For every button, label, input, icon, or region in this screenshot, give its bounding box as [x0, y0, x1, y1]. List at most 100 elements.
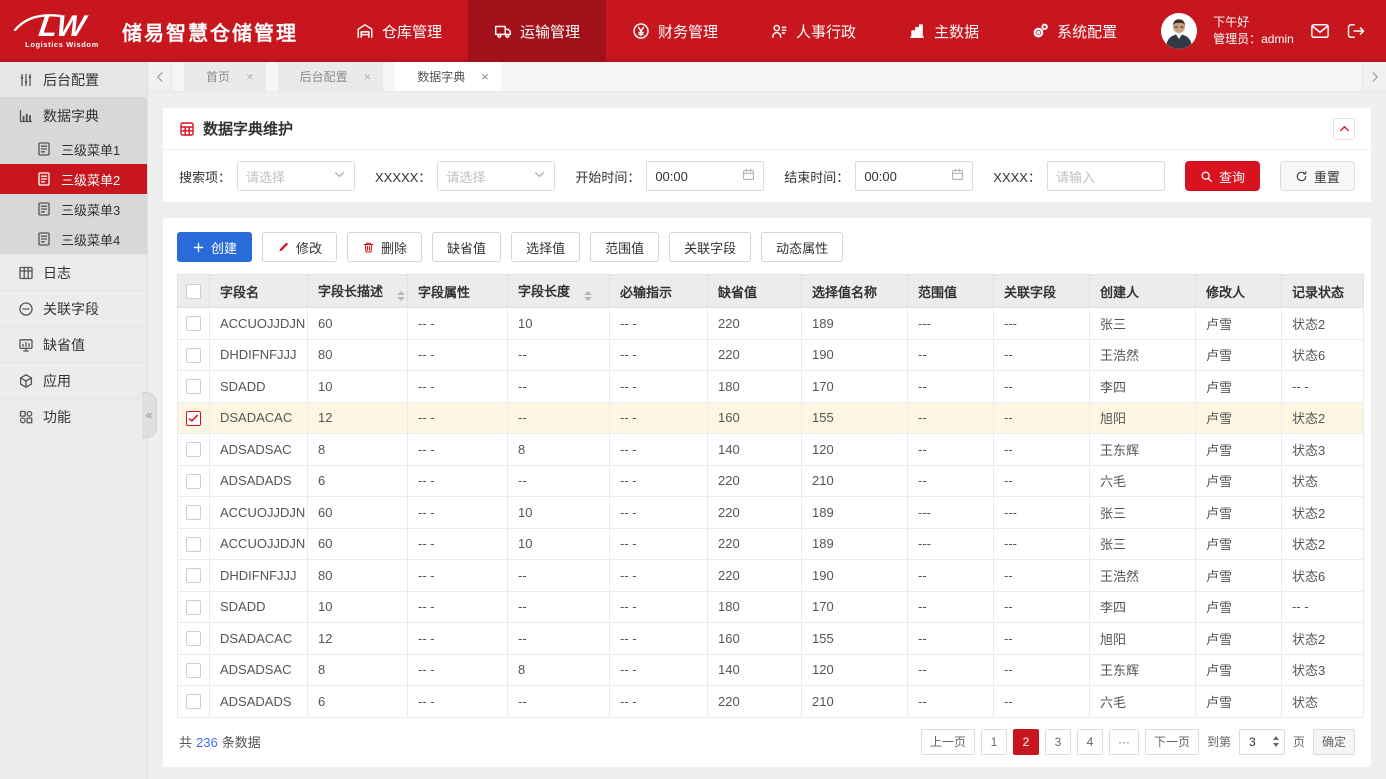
table-row[interactable]: DHDIFNFJJJ80-- ----- -220190----王浩然卢雪状态6 — [178, 560, 1364, 592]
row-checkbox[interactable] — [186, 411, 201, 426]
nav-item-2[interactable]: 财务管理 — [606, 0, 744, 62]
table-cell: 卢雪 — [1196, 560, 1282, 592]
sidebar-item-3[interactable]: 三级菜单2 — [0, 164, 147, 194]
table-row[interactable]: ACCUOJJDJN60-- -10-- -220189------张三卢雪状态… — [178, 497, 1364, 529]
tabs-scroll-right[interactable] — [1362, 62, 1386, 91]
page-jump-input[interactable]: 3 — [1239, 729, 1285, 755]
row-checkbox[interactable] — [186, 537, 201, 552]
sidebar-item-10[interactable]: 功能 — [0, 398, 147, 434]
table-row[interactable]: DHDIFNFJJJ80-- ----- -220190----王浩然卢雪状态6 — [178, 339, 1364, 371]
toolbar-button-0[interactable]: 创建 — [177, 232, 252, 262]
sidebar-item-1[interactable]: 数据字典 — [0, 98, 147, 134]
table-cell: ADSADSAC — [210, 654, 308, 686]
logout-icon[interactable] — [1346, 21, 1366, 41]
sort-icon[interactable] — [397, 291, 405, 301]
sidebar-item-8[interactable]: 缺省值 — [0, 326, 147, 362]
row-checkbox[interactable] — [186, 442, 201, 457]
table-row[interactable]: DSADACAC12-- ----- -160155----旭阳卢雪状态2 — [178, 402, 1364, 434]
tab-close-icon[interactable]: × — [246, 70, 254, 83]
table-row[interactable]: ACCUOJJDJN60-- -10-- -220189------张三卢雪状态… — [178, 528, 1364, 560]
toolbar-button-2[interactable]: 删除 — [347, 232, 422, 262]
row-checkbox[interactable] — [186, 348, 201, 363]
row-checkbox[interactable] — [186, 631, 201, 646]
table-cell: 220 — [708, 339, 802, 371]
row-checkbox[interactable] — [186, 379, 201, 394]
column-header-9: 创建人 — [1090, 275, 1196, 308]
toolbar-button-1[interactable]: 修改 — [262, 232, 337, 262]
query-button[interactable]: 查询 — [1185, 161, 1260, 191]
tab-0[interactable]: 首页× — [184, 62, 266, 91]
nav-label: 人事行政 — [796, 21, 856, 42]
text-field[interactable]: 请输入 — [1047, 161, 1165, 191]
avatar[interactable] — [1161, 13, 1197, 49]
table-row[interactable]: ADSADSAC8-- -8-- -140120----王东辉卢雪状态3 — [178, 434, 1364, 466]
row-checkbox[interactable] — [186, 505, 201, 520]
tab-close-icon[interactable]: × — [481, 70, 489, 83]
next-page-button[interactable]: 下一页 — [1145, 729, 1199, 755]
column-header-3[interactable]: 字段长度 — [508, 275, 610, 308]
row-checkbox[interactable] — [186, 694, 201, 709]
table-row[interactable]: SDADD10-- ----- -180170----李四卢雪-- - — [178, 591, 1364, 623]
nav-item-5[interactable]: 系统配置 — [1005, 0, 1143, 62]
tab-2[interactable]: 数据字典× — [395, 62, 501, 91]
table-row[interactable]: ADSADADS6-- ----- -220210----六毛卢雪状态 — [178, 686, 1364, 718]
table-row[interactable]: ACCUOJJDJN60-- -10-- -220189------张三卢雪状态… — [178, 308, 1364, 340]
table-row[interactable]: ADSADSAC8-- -8-- -140120----王东辉卢雪状态3 — [178, 654, 1364, 686]
confirm-button[interactable]: 确定 — [1313, 729, 1355, 755]
row-checkbox[interactable] — [186, 316, 201, 331]
sidebar-item-label: 功能 — [43, 407, 71, 427]
toolbar-button-5[interactable]: 范围值 — [590, 232, 659, 262]
select-field[interactable]: 请选择 — [437, 161, 555, 191]
sidebar-item-9[interactable]: 应用 — [0, 362, 147, 398]
sidebar-item-label: 三级菜单3 — [61, 200, 120, 219]
select-field[interactable]: 请选择 — [237, 161, 355, 191]
toolbar-button-6[interactable]: 关联字段 — [669, 232, 751, 262]
nav-item-0[interactable]: 仓库管理 — [330, 0, 468, 62]
sidebar-item-0[interactable]: 后台配置 — [0, 62, 147, 98]
mail-icon[interactable] — [1310, 21, 1330, 41]
time-field[interactable]: 00:00 — [646, 161, 764, 191]
table-cell: 6 — [308, 686, 408, 718]
sidebar-item-6[interactable]: 日志 — [0, 254, 147, 290]
page-button-1[interactable]: 1 — [981, 729, 1007, 755]
tabs-scroll-left[interactable] — [148, 62, 172, 91]
nav-item-1[interactable]: 运输管理 — [468, 0, 606, 62]
page-button-4[interactable]: 4 — [1077, 729, 1103, 755]
reset-button[interactable]: 重置 — [1280, 161, 1355, 191]
time-field[interactable]: 00:00 — [855, 161, 973, 191]
select-placeholder: 请选择 — [246, 167, 285, 186]
table-row[interactable]: ADSADADS6-- ----- -220210----六毛卢雪状态 — [178, 465, 1364, 497]
select-all-checkbox[interactable] — [186, 284, 201, 299]
spinner-icons[interactable] — [1273, 736, 1279, 747]
sidebar-item-5[interactable]: 三级菜单4 — [0, 224, 147, 254]
nav-item-4[interactable]: 主数据 — [882, 0, 1005, 62]
row-checkbox[interactable] — [186, 663, 201, 678]
page-button-3[interactable]: 3 — [1045, 729, 1071, 755]
collapse-search-button[interactable] — [1333, 118, 1355, 140]
row-checkbox[interactable] — [186, 568, 201, 583]
page-button-···[interactable]: ··· — [1109, 729, 1139, 755]
row-checkbox[interactable] — [186, 600, 201, 615]
content-area: 首页×后台配置×数据字典× 数据字典维护 搜索项：请选择XXXXX：请选择开始时… — [148, 62, 1386, 779]
row-checkbox[interactable] — [186, 474, 201, 489]
page-button-2[interactable]: 2 — [1013, 729, 1039, 755]
column-header-1[interactable]: 字段长描述 — [308, 275, 408, 308]
sidebar-item-4[interactable]: 三级菜单3 — [0, 194, 147, 224]
table-row[interactable]: SDADD10-- ----- -180170----李四卢雪-- - — [178, 371, 1364, 403]
toolbar-button-4[interactable]: 选择值 — [511, 232, 580, 262]
table-cell: 6 — [308, 465, 408, 497]
tab-1[interactable]: 后台配置× — [278, 62, 384, 91]
nav-item-3[interactable]: 人事行政 — [744, 0, 882, 62]
sidebar-collapse-handle[interactable]: « — [142, 392, 157, 438]
field-label: XXXXX： — [375, 167, 431, 186]
sort-icon[interactable] — [584, 291, 592, 301]
sidebar-item-2[interactable]: 三级菜单1 — [0, 134, 147, 164]
toolbar-button-3[interactable]: 缺省值 — [432, 232, 501, 262]
search-field-0: 搜索项：请选择 — [179, 161, 355, 191]
sidebar-item-7[interactable]: 关联字段 — [0, 290, 147, 326]
table-cell: -- - — [610, 623, 708, 655]
table-row[interactable]: DSADACAC12-- ----- -160155----旭阳卢雪状态2 — [178, 623, 1364, 655]
prev-page-button[interactable]: 上一页 — [921, 729, 975, 755]
tab-close-icon[interactable]: × — [364, 70, 372, 83]
toolbar-button-7[interactable]: 动态属性 — [761, 232, 843, 262]
